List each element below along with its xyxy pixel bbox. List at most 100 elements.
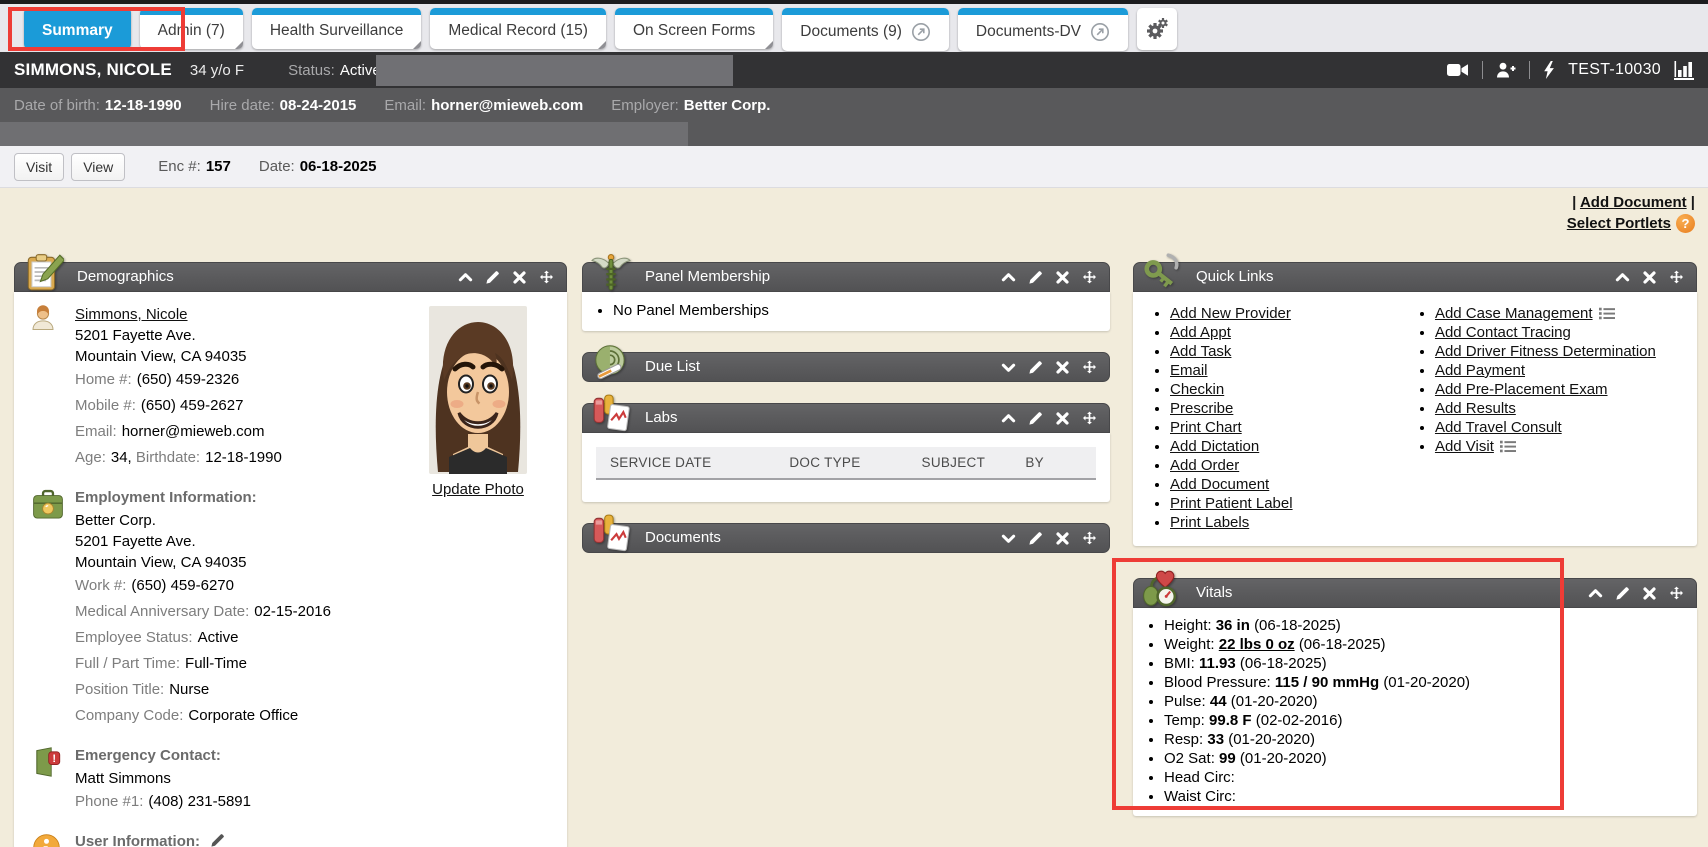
- labs-col-doc-type: DOC TYPE: [789, 455, 921, 470]
- quick-link-add-new-provider[interactable]: Add New Provider: [1170, 305, 1291, 322]
- list-item: Add Contact Tracing: [1435, 323, 1691, 342]
- enc-label: Enc #:: [158, 158, 201, 175]
- move-icon[interactable]: [1082, 411, 1097, 426]
- quick-link-add-results[interactable]: Add Results: [1435, 400, 1516, 417]
- portlet-actions: [1001, 531, 1097, 546]
- edit-pencil-icon[interactable]: [1028, 360, 1043, 375]
- vitals-body: Height: 36 in (06-18-2025) Weight: 22 lb…: [1133, 608, 1697, 816]
- flowsheet-chart-icon[interactable]: [1674, 61, 1694, 80]
- quick-link-add-pre-placement-exam[interactable]: Add Pre-Placement Exam: [1435, 381, 1608, 398]
- help-icon[interactable]: ?: [1676, 214, 1695, 233]
- visit-button[interactable]: Visit: [14, 153, 64, 181]
- quick-link-add-document[interactable]: Add Document: [1170, 476, 1269, 493]
- quick-link-add-appt[interactable]: Add Appt: [1170, 324, 1231, 341]
- tab-documents-dv-label: Documents-DV: [976, 23, 1081, 41]
- video-camera-icon[interactable]: [1447, 63, 1469, 77]
- patient-age-sex: 34 y/o F: [190, 62, 244, 79]
- row-value: Active: [198, 629, 239, 646]
- patient-name-link[interactable]: Simmons, Nicole: [75, 306, 188, 323]
- expand-chevron-down-icon[interactable]: [1001, 531, 1016, 546]
- quick-link-add-case-management[interactable]: Add Case Management: [1435, 305, 1593, 322]
- lab-tubes-icon: [590, 392, 632, 434]
- edit-pencil-icon[interactable]: [1028, 270, 1043, 285]
- age-birthdate-row: Age:34, Birthdate:12-18-1990: [75, 445, 377, 471]
- tab-documents[interactable]: Documents (9): [782, 8, 949, 51]
- close-icon[interactable]: [1055, 270, 1070, 285]
- edit-pencil-icon[interactable]: [485, 270, 500, 285]
- list-item: Email: [1170, 361, 1404, 380]
- close-icon[interactable]: [512, 270, 527, 285]
- list-icon[interactable]: [1599, 307, 1615, 320]
- quick-link-print-chart[interactable]: Print Chart: [1170, 419, 1242, 436]
- move-icon[interactable]: [1082, 531, 1097, 546]
- tab-medical-record[interactable]: Medical Record (15): [430, 8, 606, 49]
- collapse-chevron-up-icon[interactable]: [458, 270, 473, 285]
- tab-on-screen-forms[interactable]: On Screen Forms: [615, 8, 773, 49]
- collapse-chevron-up-icon[interactable]: [1588, 586, 1603, 601]
- close-icon[interactable]: [1055, 411, 1070, 426]
- edit-pencil-icon[interactable]: [1028, 531, 1043, 546]
- quick-link-add-dictation[interactable]: Add Dictation: [1170, 438, 1259, 455]
- company-code-row: Company Code:Corporate Office: [75, 703, 377, 729]
- close-icon[interactable]: [1055, 531, 1070, 546]
- employment-heading: Employment Information:: [75, 486, 377, 510]
- list-icon[interactable]: [1500, 440, 1516, 453]
- collapse-chevron-up-icon[interactable]: [1615, 270, 1630, 285]
- quick-link-add-order[interactable]: Add Order: [1170, 457, 1239, 474]
- move-icon[interactable]: [539, 270, 554, 285]
- vital-waist-circ: Waist Circ:: [1164, 787, 1697, 806]
- expand-chevron-down-icon[interactable]: [1001, 360, 1016, 375]
- close-icon[interactable]: [1055, 360, 1070, 375]
- tab-summary[interactable]: Summary: [24, 8, 131, 49]
- quick-link-add-payment[interactable]: Add Payment: [1435, 362, 1525, 379]
- gears-icon: [1145, 17, 1169, 41]
- vital-bmi: BMI: 11.93 (06-18-2025): [1164, 654, 1697, 673]
- quick-link-add-driver-fitness[interactable]: Add Driver Fitness Determination: [1435, 343, 1656, 360]
- tab-accent-strip: [430, 8, 606, 15]
- list-item: Add Driver Fitness Determination: [1435, 342, 1691, 361]
- open-in-new-window-icon[interactable]: [1090, 22, 1110, 42]
- quick-link-add-visit[interactable]: Add Visit: [1435, 438, 1494, 455]
- open-in-new-window-icon[interactable]: [911, 22, 931, 42]
- move-icon[interactable]: [1082, 270, 1097, 285]
- quick-link-add-task[interactable]: Add Task: [1170, 343, 1231, 360]
- collapse-chevron-up-icon[interactable]: [1001, 270, 1016, 285]
- vital-label: Resp:: [1164, 731, 1203, 748]
- banner-inset-panel: [376, 55, 733, 86]
- tab-settings-button[interactable]: [1137, 8, 1177, 50]
- lightning-icon[interactable]: [1543, 61, 1555, 79]
- edit-pencil-icon[interactable]: [1028, 411, 1043, 426]
- patient-fields: Date of birth:12-18-1990 Hire date:08-24…: [0, 88, 1708, 114]
- vital-value-link[interactable]: 22 lbs 0 oz: [1219, 636, 1295, 653]
- vital-label: Pulse:: [1164, 693, 1206, 710]
- move-icon[interactable]: [1082, 360, 1097, 375]
- close-icon[interactable]: [1642, 586, 1657, 601]
- tab-admin[interactable]: Admin (7): [140, 8, 243, 49]
- edit-user-info-pencil-icon[interactable]: [210, 833, 225, 847]
- quick-link-add-travel-consult[interactable]: Add Travel Consult: [1435, 419, 1562, 436]
- add-person-icon[interactable]: [1496, 62, 1516, 78]
- list-item: Add New Provider: [1170, 304, 1404, 323]
- tab-documents-dv[interactable]: Documents-DV: [958, 8, 1128, 51]
- field-hire-date: Hire date:08-24-2015: [210, 97, 357, 114]
- select-portlets-link[interactable]: Select Portlets: [1567, 215, 1671, 232]
- labs-col-subject: SUBJECT: [922, 455, 1026, 470]
- pipe-text: |: [1572, 194, 1576, 211]
- move-icon[interactable]: [1669, 586, 1684, 601]
- move-icon[interactable]: [1669, 270, 1684, 285]
- quick-link-add-contact-tracing[interactable]: Add Contact Tracing: [1435, 324, 1571, 341]
- column-right: Quick Links Add New Provider Add Appt Ad…: [1133, 262, 1697, 837]
- field-label: Email:: [384, 97, 426, 114]
- view-button[interactable]: View: [71, 153, 125, 181]
- quick-link-checkin[interactable]: Checkin: [1170, 381, 1224, 398]
- quick-link-print-patient-label[interactable]: Print Patient Label: [1170, 495, 1293, 512]
- collapse-chevron-up-icon[interactable]: [1001, 411, 1016, 426]
- edit-pencil-icon[interactable]: [1615, 586, 1630, 601]
- close-icon[interactable]: [1642, 270, 1657, 285]
- portlet-title: Quick Links: [1196, 268, 1274, 285]
- quick-link-print-labels[interactable]: Print Labels: [1170, 514, 1249, 531]
- quick-link-prescribe[interactable]: Prescribe: [1170, 400, 1233, 417]
- quick-link-email[interactable]: Email: [1170, 362, 1208, 379]
- add-document-link[interactable]: Add Document: [1580, 194, 1687, 211]
- tab-health-surveillance[interactable]: Health Surveillance: [252, 8, 422, 49]
